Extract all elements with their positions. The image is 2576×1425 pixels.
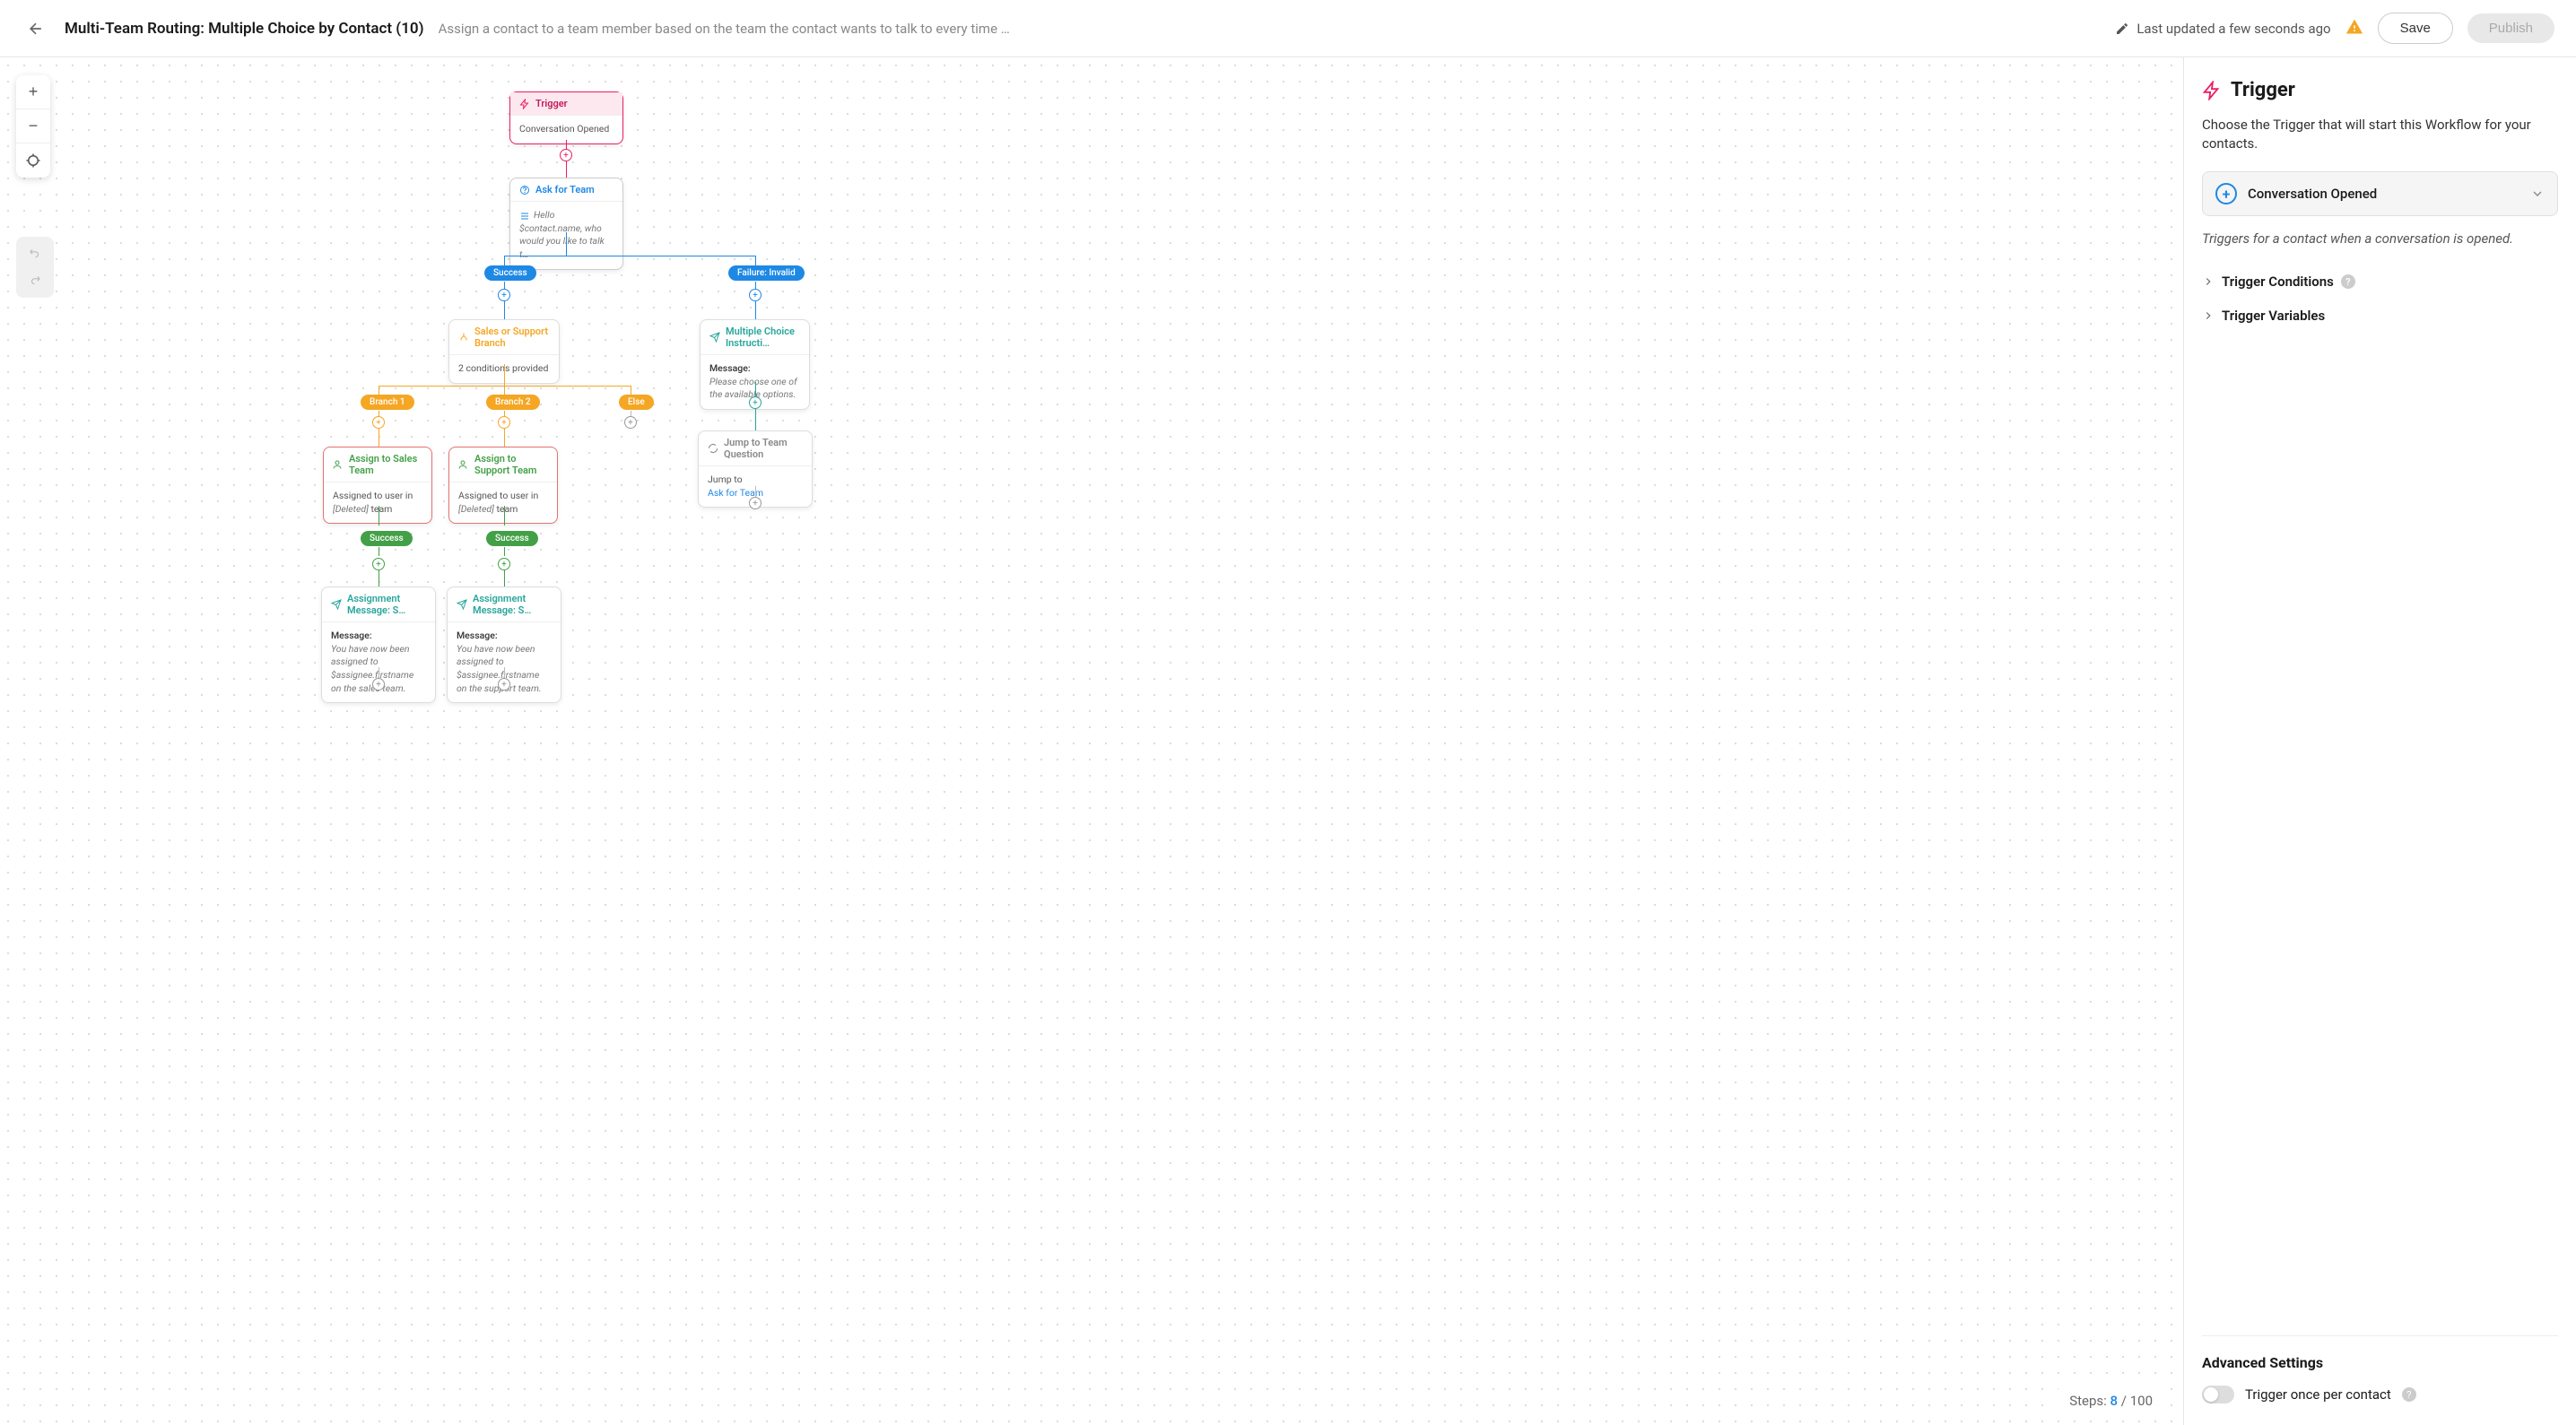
save-button[interactable]: Save — [2378, 13, 2453, 44]
node-jump-title: Jump to Team Question — [724, 437, 803, 460]
add-step-button[interactable]: + — [498, 289, 510, 301]
help-icon[interactable]: ? — [2402, 1387, 2416, 1402]
user-icon — [333, 459, 344, 470]
add-step-button[interactable]: + — [372, 558, 385, 570]
trigger-variables-label: Trigger Variables — [2222, 308, 2325, 324]
trigger-selected-label: Conversation Opened — [2248, 186, 2519, 202]
node-assign-sales[interactable]: Assign to Sales Team Assigned to user in… — [323, 447, 432, 524]
trigger-note: Triggers for a contact when a conversati… — [2202, 230, 2558, 247]
pill-branch2: Branch 2 — [486, 395, 540, 410]
send-icon — [709, 332, 720, 343]
trigger-variables-row[interactable]: Trigger Variables — [2202, 299, 2558, 333]
canvas-area[interactable]: + − Trigger Conversation Opened + Ask fo… — [0, 57, 2183, 1425]
node-msg-support-title: Assignment Message: S… — [473, 593, 552, 616]
pill-else: Else — [619, 395, 654, 410]
help-icon[interactable]: ? — [2341, 274, 2355, 289]
advanced-settings: Advanced Settings Trigger once per conta… — [2202, 1335, 2558, 1403]
add-step-button[interactable]: + — [560, 149, 572, 161]
send-icon — [457, 599, 467, 610]
node-trigger[interactable]: Trigger Conversation Opened — [509, 91, 623, 144]
send-icon — [331, 599, 342, 610]
add-step-button[interactable]: + — [498, 416, 510, 429]
plus-circle-icon: + — [2215, 183, 2237, 204]
chevron-down-icon — [2530, 187, 2545, 201]
node-assign-support-body: Assigned to user in [Deleted] team — [449, 482, 557, 523]
publish-button: Publish — [2467, 13, 2554, 43]
sidebar: Trigger Choose the Trigger that will sta… — [2183, 57, 2576, 1425]
chevron-right-icon — [2202, 275, 2215, 288]
workflow-title: Multi-Team Routing: Multiple Choice by C… — [65, 20, 424, 38]
workflow-subtitle: Assign a contact to a team member based … — [439, 21, 2102, 37]
node-msg-sales-body: Message:You have now been assigned to $a… — [322, 622, 435, 702]
pill-failure: Failure: Invalid — [728, 265, 805, 281]
chevron-right-icon — [2202, 309, 2215, 322]
node-assign-sales-body: Assigned to user in [Deleted] team — [324, 482, 431, 523]
node-assign-support[interactable]: Assign to Support Team Assigned to user … — [448, 447, 558, 524]
pill-success-sales: Success — [361, 531, 413, 546]
add-step-button[interactable]: + — [498, 558, 510, 570]
node-msg-sales-title: Assignment Message: S… — [347, 593, 426, 616]
warning-icon — [2345, 18, 2363, 39]
add-step-button[interactable]: + — [749, 289, 761, 301]
trigger-conditions-label: Trigger Conditions — [2222, 274, 2334, 290]
trigger-once-label: Trigger once per contact — [2245, 1386, 2391, 1403]
advanced-settings-title: Advanced Settings — [2202, 1354, 2558, 1371]
pencil-icon — [2115, 22, 2129, 36]
node-assign-sales-title: Assign to Sales Team — [349, 453, 422, 476]
pill-success: Success — [484, 265, 536, 281]
add-step-button[interactable]: + — [749, 396, 761, 409]
last-updated: Last updated a few seconds ago — [2115, 21, 2330, 37]
node-assign-support-title: Assign to Support Team — [474, 453, 548, 476]
list-icon — [519, 211, 530, 222]
jump-icon — [708, 443, 718, 454]
bolt-icon — [2202, 81, 2222, 100]
header: Multi-Team Routing: Multiple Choice by C… — [0, 0, 2576, 57]
bolt-icon — [519, 99, 530, 109]
add-step-button[interactable]: + — [372, 416, 385, 429]
trigger-selector[interactable]: + Conversation Opened — [2202, 171, 2558, 216]
last-updated-text: Last updated a few seconds ago — [2137, 21, 2330, 37]
node-ask-title: Ask for Team — [535, 184, 595, 196]
canvas: Trigger Conversation Opened + Ask for Te… — [0, 57, 2183, 1425]
add-step-button[interactable]: + — [749, 497, 761, 509]
sidebar-description: Choose the Trigger that will start this … — [2202, 116, 2558, 153]
sidebar-header: Trigger — [2202, 79, 2558, 101]
add-step-button[interactable]: + — [624, 416, 637, 429]
node-instr-title: Multiple Choice Instructi… — [726, 326, 800, 349]
user-icon — [458, 459, 469, 470]
node-branch-title: Sales or Support Branch — [474, 326, 550, 349]
pill-success-support: Success — [486, 531, 538, 546]
trigger-conditions-row[interactable]: Trigger Conditions ? — [2202, 265, 2558, 299]
node-trigger-title: Trigger — [535, 98, 568, 109]
node-msg-support-body: Message:You have now been assigned to $a… — [448, 622, 561, 702]
back-button[interactable] — [22, 14, 50, 43]
question-icon — [519, 185, 530, 196]
pill-branch1: Branch 1 — [361, 395, 414, 410]
sidebar-title: Trigger — [2231, 79, 2295, 101]
trigger-once-toggle[interactable] — [2202, 1386, 2234, 1403]
node-ask-body: Hello $contact.name, who would you like … — [519, 209, 605, 260]
add-step-button[interactable]: + — [498, 678, 510, 691]
steps-counter: Steps: 8 / 100 — [2057, 1387, 2165, 1414]
node-instr-label: Message: — [709, 362, 751, 374]
branch-icon — [458, 332, 469, 343]
add-step-button[interactable]: + — [372, 678, 385, 691]
